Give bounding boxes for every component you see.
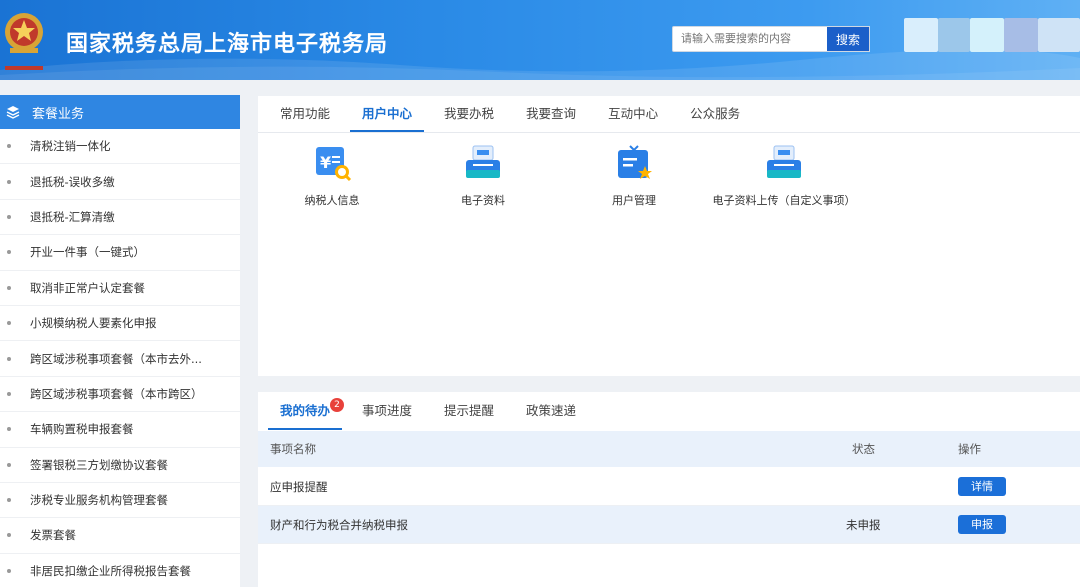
sidebar-item[interactable]: 退抵税-汇算清缴 — [0, 200, 240, 236]
bullet-icon — [7, 568, 11, 573]
search-button[interactable]: 搜索 — [827, 26, 870, 52]
tab-interaction-center[interactable]: 互动中心 — [596, 95, 670, 132]
search-input-wrapper[interactable] — [672, 26, 828, 52]
sidebar-item[interactable]: 退抵税-误收多缴 — [0, 164, 240, 200]
sidebar-item-label: 车辆购置税申报套餐 — [30, 422, 134, 437]
bullet-icon — [7, 321, 11, 326]
header-banner: 国家税务总局上海市电子税务局 搜索 — [0, 0, 1080, 80]
sidebar-item-label: 签署银税三方划缴协议套餐 — [30, 457, 168, 472]
svg-text:¥: ¥ — [320, 153, 331, 172]
sidebar-item[interactable]: 小规模纳税人要素化申报 — [0, 306, 240, 342]
column-header-name: 事项名称 — [270, 442, 316, 456]
sidebar-item[interactable]: 取消非正常户认定套餐 — [0, 271, 240, 306]
tab-my-todo[interactable]: 我的待办 2 — [268, 392, 345, 430]
sidebar-item-label: 发票套餐 — [30, 528, 76, 543]
sidebar-item-label: 小规模纳税人要素化申报 — [30, 316, 157, 331]
tab-progress[interactable]: 事项进度 — [350, 392, 424, 430]
sidebar-item[interactable]: 车辆购置税申报套餐 — [0, 412, 240, 448]
user-management-icon — [618, 145, 652, 179]
blurred-user-info — [970, 18, 1004, 52]
todo-table-header: 事项名称 状态 操作 — [258, 431, 1080, 467]
tab-query[interactable]: 我要查询 — [514, 95, 588, 132]
sidebar-item-label: 退抵税-汇算清缴 — [30, 209, 115, 224]
bullet-icon — [7, 498, 11, 503]
function-panel: 常用功能 用户中心 我要办税 我要查询 互动中心 公众服务 ¥ 纳税人信息 电子… — [258, 96, 1080, 376]
row-name: 应申报提醒 — [270, 479, 328, 494]
function-electronic-data[interactable]: 电子资料 — [458, 142, 508, 208]
bullet-icon — [7, 179, 11, 184]
sidebar-header[interactable]: 套餐业务 — [0, 95, 240, 129]
function-label: 用户管理 — [612, 194, 656, 207]
sidebar-item[interactable]: 跨区域涉税事项套餐（本市跨区） — [0, 377, 240, 413]
sidebar-item-label: 退抵税-误收多缴 — [30, 174, 115, 189]
sidebar-item[interactable]: 开业一件事（一键式） — [0, 235, 240, 271]
package-sidebar: 套餐业务 清税注销一体化 退抵税-误收多缴 退抵税-汇算清缴 开业一件事（一键式… — [0, 95, 240, 587]
function-electronic-data-upload[interactable]: 电子资料上传（自定义事项） — [712, 142, 856, 208]
search-input[interactable] — [681, 32, 819, 45]
details-button[interactable]: 详情 — [958, 477, 1006, 496]
bullet-icon — [7, 214, 11, 219]
sidebar-item-label: 非居民扣缴企业所得税报告套餐 — [30, 563, 191, 578]
sidebar-item-label: 清税注销一体化 — [30, 139, 111, 154]
bullet-icon — [7, 427, 11, 432]
table-row: 应申报提醒 详情 — [258, 468, 1080, 506]
todo-count-badge: 2 — [330, 398, 345, 412]
tab-policy-express[interactable]: 政策速递 — [514, 392, 588, 430]
bullet-icon — [7, 356, 11, 361]
blurred-user-info — [1004, 18, 1038, 52]
tab-tax-handling[interactable]: 我要办税 — [432, 95, 506, 132]
sidebar-item[interactable]: 发票套餐 — [0, 518, 240, 554]
tab-common-functions[interactable]: 常用功能 — [268, 95, 342, 132]
column-header-action: 操作 — [958, 442, 981, 456]
bullet-icon — [7, 144, 11, 149]
sidebar-title: 套餐业务 — [32, 106, 85, 122]
bullet-icon — [7, 391, 11, 396]
todo-tab-bar: 我的待办 2 事项进度 提示提醒 政策速递 — [258, 392, 1080, 430]
electronic-data-icon — [466, 145, 500, 178]
bullet-icon — [7, 533, 11, 538]
layers-icon — [6, 106, 20, 119]
blurred-user-info — [938, 18, 970, 52]
sidebar-item[interactable]: 涉税专业服务机构管理套餐 — [0, 483, 240, 519]
table-row: 财产和行为税合并纳税申报 未申报 申报 — [258, 506, 1080, 544]
sidebar-item[interactable]: 清税注销一体化 — [0, 129, 240, 165]
tax-emblem-logo — [5, 13, 43, 70]
declare-button[interactable]: 申报 — [958, 515, 1006, 534]
row-name: 财产和行为税合并纳税申报 — [270, 517, 408, 532]
sidebar-item-label: 取消非正常户认定套餐 — [30, 280, 145, 295]
function-label: 电子资料 — [461, 194, 505, 207]
tab-public-service[interactable]: 公众服务 — [678, 95, 752, 132]
sidebar-item-label: 跨区域涉税事项套餐（本市跨区） — [30, 386, 203, 401]
sidebar-item-label: 开业一件事（一键式） — [30, 245, 145, 260]
sidebar-item[interactable]: 签署银税三方划缴协议套餐 — [0, 448, 240, 483]
sidebar-item-label: 涉税专业服务机构管理套餐 — [30, 493, 168, 508]
site-title: 国家税务总局上海市电子税务局 — [66, 32, 389, 57]
column-header-status: 状态 — [852, 442, 875, 456]
tab-label: 我的待办 — [280, 403, 331, 418]
tab-user-center[interactable]: 用户中心 — [350, 95, 425, 132]
function-label: 纳税人信息 — [304, 194, 360, 207]
function-taxpayer-info[interactable]: ¥ 纳税人信息 — [302, 142, 362, 208]
taxpayer-info-icon: ¥ — [316, 147, 352, 182]
todo-panel: 我的待办 2 事项进度 提示提醒 政策速递 事项名称 状态 操作 应申报提醒 详… — [258, 392, 1080, 587]
sidebar-item[interactable]: 非居民扣缴企业所得税报告套餐 — [0, 554, 240, 587]
bullet-icon — [7, 250, 11, 255]
electronic-data-upload-icon — [767, 145, 801, 178]
sidebar-item[interactable]: 跨区域涉税事项套餐（本市去外... — [0, 341, 240, 377]
main-tab-bar: 常用功能 用户中心 我要办税 我要查询 互动中心 公众服务 — [258, 96, 1080, 133]
function-user-management[interactable]: 用户管理 — [608, 142, 660, 208]
bullet-icon — [7, 462, 11, 467]
row-status: 未申报 — [846, 517, 881, 532]
blurred-user-info — [904, 18, 938, 52]
tab-reminders[interactable]: 提示提醒 — [432, 392, 506, 430]
function-label: 电子资料上传（自定义事项） — [712, 194, 856, 207]
sidebar-item-label: 跨区域涉税事项套餐（本市去外... — [30, 351, 202, 366]
bullet-icon — [7, 285, 11, 290]
blurred-user-info — [1038, 18, 1080, 52]
